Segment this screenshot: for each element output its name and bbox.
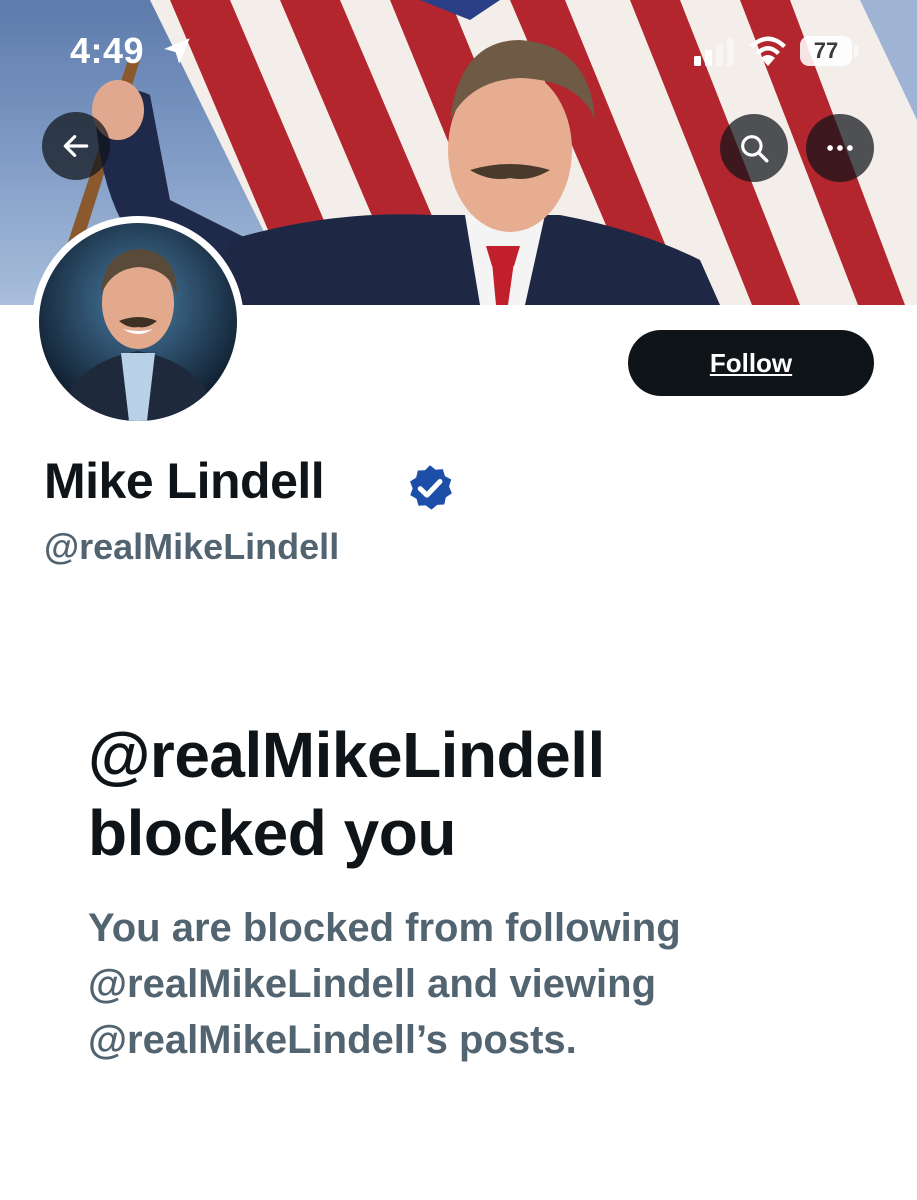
blocked-message: You are blocked from following @realMike… — [88, 900, 878, 1068]
battery-icon: 77 — [800, 36, 852, 66]
status-time: 4:49 — [70, 30, 145, 71]
cellular-signal-icon — [694, 38, 734, 66]
arrow-left-icon — [63, 135, 89, 157]
verified-badge-icon[interactable] — [404, 462, 456, 514]
blocked-message-line3: @realMikeLindell’s posts. — [88, 1018, 577, 1062]
avatar-image — [39, 223, 237, 421]
battery-tip — [854, 45, 859, 57]
wifi-icon — [750, 36, 786, 66]
blocked-message-line2: @realMikeLindell and viewing — [88, 962, 657, 1006]
search-icon — [741, 135, 769, 163]
more-icon — [827, 145, 853, 151]
back-button[interactable] — [42, 112, 110, 180]
profile-handle: @realMikeLindell — [44, 526, 340, 567]
follow-button[interactable]: Follow — [628, 330, 874, 396]
more-options-button[interactable] — [806, 114, 874, 182]
avatar[interactable] — [32, 216, 244, 428]
search-button[interactable] — [720, 114, 788, 182]
blocked-title-line2: blocked you — [88, 797, 456, 869]
blocked-title: @realMikeLindell blocked you — [88, 716, 888, 872]
blocked-title-line1: @realMikeLindell — [88, 719, 605, 791]
blocked-message-line1: You are blocked from following — [88, 906, 681, 950]
display-name: Mike Lindell — [44, 453, 325, 509]
location-arrow-icon — [164, 38, 190, 64]
status-bar: 4:49 77 — [0, 0, 917, 100]
